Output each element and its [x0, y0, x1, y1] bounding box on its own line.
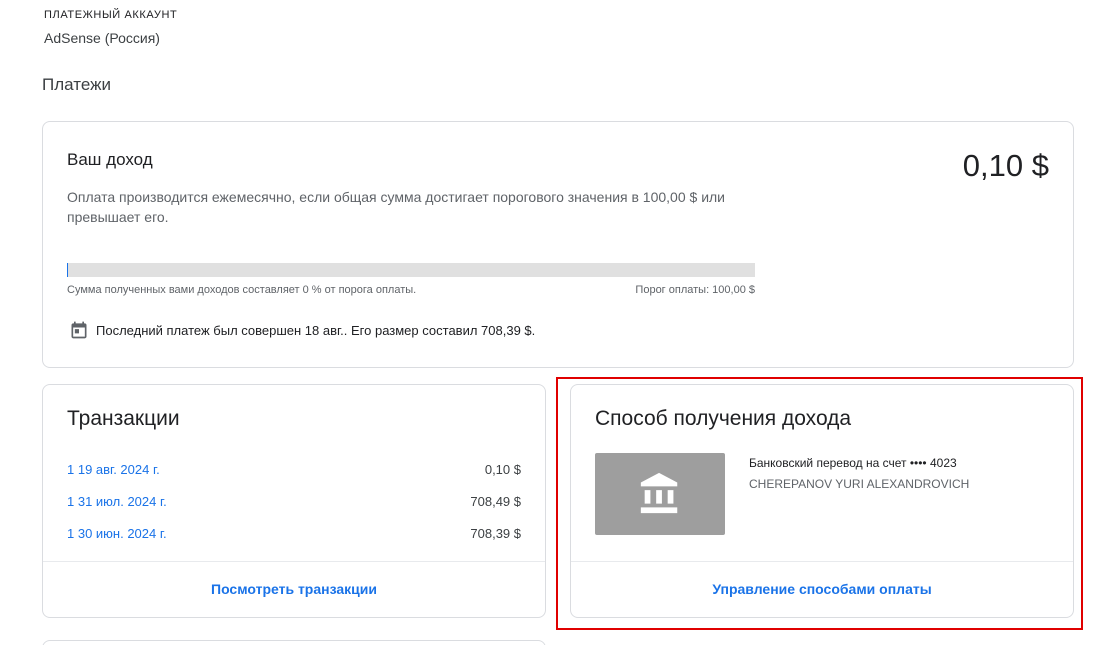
- account-name: AdSense (Россия): [44, 30, 160, 46]
- threshold-progress-bar: [67, 263, 755, 277]
- threshold-progress-fill: [67, 263, 68, 277]
- transaction-row[interactable]: 1 30 июн. 2024 г. 708,39 $: [67, 526, 521, 541]
- threshold-text: Порог оплаты: 100,00 $: [635, 284, 755, 296]
- transaction-amount: 708,39 $: [470, 526, 521, 541]
- progress-percent-text: Сумма полученных вами доходов составляет…: [67, 284, 417, 296]
- income-amount: 0,10 $: [962, 148, 1049, 183]
- transaction-date[interactable]: 1 19 авг. 2024 г.: [67, 462, 160, 477]
- transaction-amount: 708,49 $: [470, 494, 521, 509]
- transaction-row[interactable]: 1 19 авг. 2024 г. 0,10 $: [67, 462, 521, 477]
- income-card: Ваш доход 0,10 $ Оплата производится еже…: [42, 121, 1074, 368]
- transactions-title: Транзакции: [67, 407, 180, 430]
- page-title: Платежи: [42, 75, 111, 94]
- last-payment-text: Последний платеж был совершен 18 авг.. Е…: [96, 322, 536, 338]
- income-title: Ваш доход: [67, 150, 153, 169]
- card-divider: [43, 561, 545, 562]
- calendar-icon: [71, 321, 87, 339]
- income-description: Оплата производится ежемесячно, если общ…: [67, 189, 726, 225]
- transaction-row[interactable]: 1 31 июл. 2024 г. 708,49 $: [67, 494, 521, 509]
- transactions-card: Транзакции 1 19 авг. 2024 г. 0,10 $ 1 31…: [42, 384, 546, 618]
- transaction-amount: 0,10 $: [484, 462, 521, 477]
- last-payment-info: Последний платеж был совершен 18 авг.. Е…: [69, 320, 535, 340]
- highlight-box: [556, 377, 1083, 630]
- transaction-date[interactable]: 1 30 июн. 2024 г.: [67, 526, 167, 541]
- view-transactions-link[interactable]: Посмотреть транзакции: [43, 581, 545, 597]
- account-label: ПЛАТЕЖНЫЙ АККАУНТ: [44, 9, 178, 21]
- partial-card: [42, 640, 546, 645]
- transaction-date[interactable]: 1 31 июл. 2024 г.: [67, 494, 167, 509]
